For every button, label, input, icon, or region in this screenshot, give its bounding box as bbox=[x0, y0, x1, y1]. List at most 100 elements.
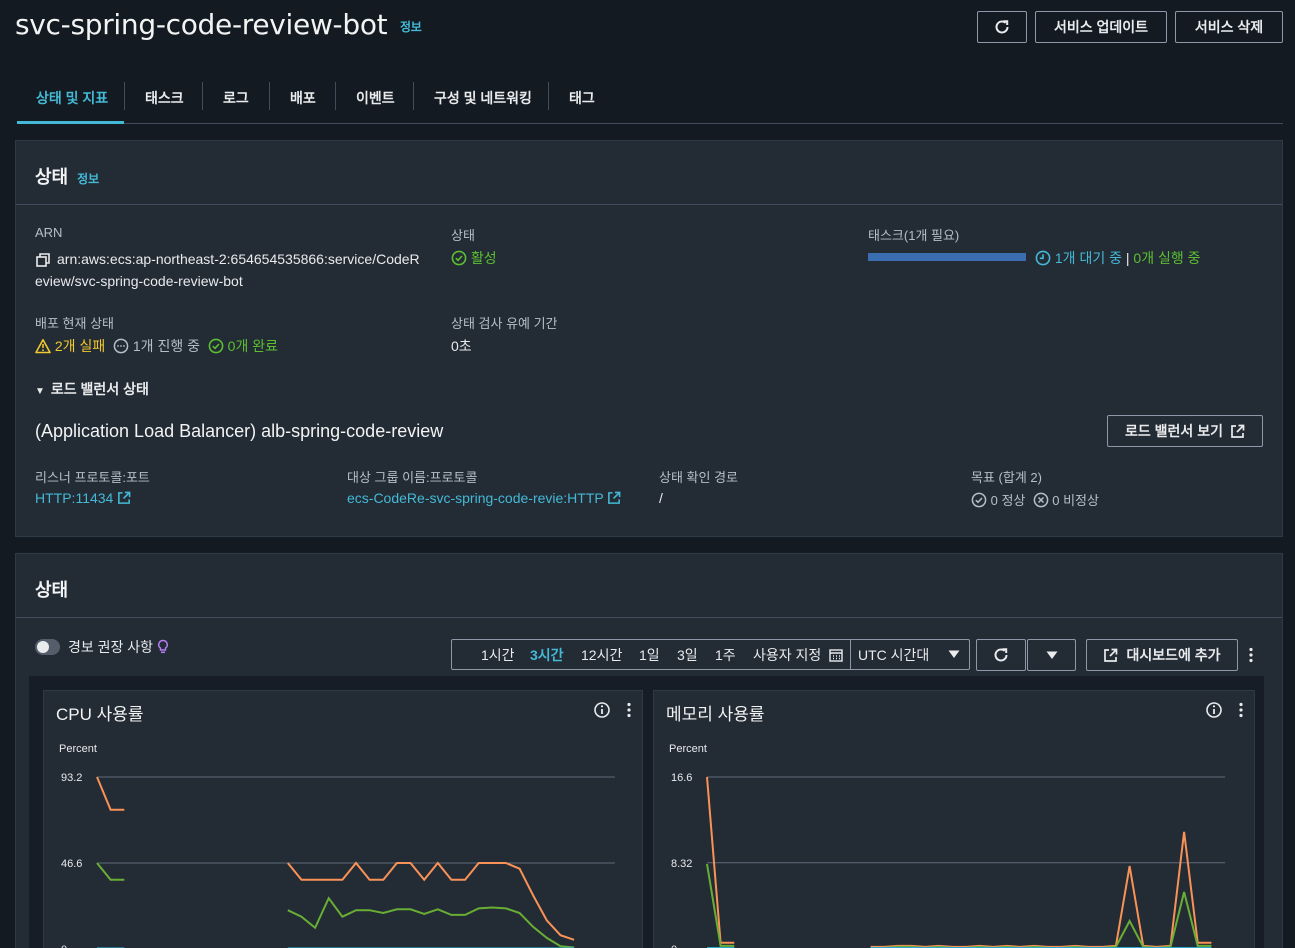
info-icon[interactable] bbox=[593, 701, 611, 719]
tab-tags[interactable]: 태그 bbox=[569, 74, 595, 122]
listener-label: 리스너 프로토콜:포트 bbox=[35, 470, 150, 485]
info-link[interactable]: 정보 bbox=[400, 20, 422, 34]
series-line-0 bbox=[706, 776, 1212, 948]
service-name: svc-spring-code-review-bot bbox=[15, 8, 388, 41]
y-tick-label: 0 bbox=[671, 944, 677, 948]
y-tick-label: 8.32 bbox=[671, 858, 692, 870]
caret-down-icon bbox=[1046, 651, 1057, 659]
external-link-icon bbox=[1231, 424, 1245, 438]
memory-chart-title: 메모리 사용률 bbox=[666, 705, 765, 724]
deploy-status: 2개 실패 1개 진행 중 0개 완료 bbox=[35, 336, 278, 356]
metrics-refresh-button[interactable] bbox=[976, 639, 1026, 671]
time-range-selector: 1시간 3시간 12시간 1일 3일 1주 사용자 지정 UTC 시간대 bbox=[451, 639, 970, 670]
tasks-summary: 1개 대기 중 | 0개 실행 중 bbox=[1035, 248, 1201, 268]
tab-logs[interactable]: 로그 bbox=[223, 74, 249, 122]
view-load-balancer-button[interactable]: 로드 밸런서 보기 bbox=[1107, 415, 1263, 447]
add-to-dashboard-button[interactable]: 대시보드에 추가 bbox=[1086, 639, 1238, 671]
tab-configuration-networking[interactable]: 구성 및 네트워킹 bbox=[434, 74, 532, 122]
clock-icon bbox=[1035, 250, 1051, 266]
state-label: 상태 bbox=[451, 228, 475, 243]
in-progress-icon bbox=[113, 338, 129, 354]
status-panel-header: 상태 정보 bbox=[16, 141, 1282, 205]
series-line-0 bbox=[96, 776, 575, 941]
check-circle-icon bbox=[208, 338, 224, 354]
warning-icon bbox=[35, 339, 51, 354]
range-1h[interactable]: 1시간 bbox=[481, 645, 515, 665]
health-check-path-label: 상태 확인 경로 bbox=[659, 470, 738, 485]
more-options-icon[interactable] bbox=[1244, 646, 1258, 664]
series-line-1 bbox=[96, 862, 575, 948]
caret-down-icon bbox=[948, 650, 960, 658]
arn-value: arn:aws:ecs:ap-northeast-2:654654535866:… bbox=[35, 251, 420, 289]
grace-period-value: 0초 bbox=[451, 338, 472, 354]
check-circle-icon bbox=[451, 250, 467, 266]
targets-status: 0 정상 0 비정상 bbox=[971, 490, 1099, 509]
tab-bar: 상태 및 지표 태스크 로그 배포 이벤트 구성 및 네트워킹 태그 bbox=[17, 74, 1283, 124]
alarm-toggle[interactable] bbox=[35, 639, 60, 655]
more-options-icon[interactable] bbox=[1236, 701, 1246, 719]
arn-label: ARN bbox=[35, 225, 63, 240]
info-icon[interactable] bbox=[1205, 701, 1223, 719]
deploy-inprogress[interactable]: 1개 진행 중 bbox=[133, 338, 200, 354]
range-12h[interactable]: 12시간 bbox=[581, 645, 622, 665]
copy-icon[interactable] bbox=[35, 252, 57, 268]
memory-chart-card: 메모리 사용률 Percent 16.6 8.32 0 bbox=[653, 690, 1255, 948]
tasks-progress-bar bbox=[868, 253, 1026, 261]
y-tick-label: 16.6 bbox=[671, 772, 692, 784]
range-custom[interactable]: 사용자 지정 bbox=[753, 645, 843, 665]
deploy-done[interactable]: 0개 완료 bbox=[228, 338, 278, 354]
caret-down-icon: ▼ bbox=[35, 386, 45, 397]
external-link-icon bbox=[1104, 648, 1118, 662]
refresh-icon bbox=[994, 648, 1008, 662]
calendar-icon bbox=[829, 648, 843, 662]
deploy-label: 배포 현재 상태 bbox=[35, 316, 114, 331]
range-3h[interactable]: 3시간 bbox=[530, 645, 564, 665]
cpu-chart: 93.2 46.6 0 bbox=[61, 772, 615, 948]
cpu-chart-card: CPU 사용률 Percent 93.2 46.6 0 bbox=[43, 690, 643, 948]
page-title: svc-spring-code-review-bot 정보 bbox=[15, 8, 422, 41]
range-1d[interactable]: 1일 bbox=[639, 645, 660, 665]
metrics-panel-header: 상태 bbox=[16, 554, 1282, 618]
update-service-button[interactable]: 서비스 업데이트 bbox=[1035, 11, 1167, 43]
y-tick-label: 0 bbox=[61, 944, 67, 948]
grace-period-label: 상태 검사 유예 기간 bbox=[451, 316, 558, 331]
listener-link[interactable]: HTTP:11434 bbox=[35, 490, 131, 506]
tab-events[interactable]: 이벤트 bbox=[356, 74, 395, 122]
alarm-recommendations: 경보 권장 사항 bbox=[35, 637, 169, 657]
range-1w[interactable]: 1주 bbox=[715, 645, 736, 665]
tasks-label: 태스크(1개 필요) bbox=[868, 228, 960, 243]
status-panel: 상태 정보 ARN arn:aws:ecs:ap-northeast-2:654… bbox=[15, 140, 1283, 537]
more-options-icon[interactable] bbox=[624, 701, 634, 719]
timezone-select[interactable]: UTC 시간대 bbox=[858, 645, 929, 665]
status-title: 상태 정보 bbox=[35, 167, 100, 187]
refresh-options-button[interactable] bbox=[1027, 639, 1076, 671]
refresh-button[interactable] bbox=[977, 11, 1027, 43]
external-link-icon bbox=[608, 491, 621, 504]
check-circle-icon bbox=[971, 492, 987, 508]
external-link-icon bbox=[118, 491, 131, 504]
y-tick-label: 93.2 bbox=[61, 772, 82, 784]
tasks-running[interactable]: 0개 실행 중 bbox=[1133, 250, 1200, 266]
status-info-link[interactable]: 정보 bbox=[77, 172, 99, 186]
lb-name: (Application Load Balancer) alb-spring-c… bbox=[35, 421, 444, 441]
tab-tasks[interactable]: 태스크 bbox=[145, 74, 184, 122]
health-check-path-value: / bbox=[659, 490, 663, 506]
deploy-failed[interactable]: 2개 실패 bbox=[55, 338, 105, 354]
state-value: 활성 bbox=[451, 248, 497, 268]
tasks-progress-fill bbox=[868, 253, 1026, 261]
targets-label: 목표 (합계 2) bbox=[971, 470, 1042, 485]
metrics-title: 상태 bbox=[35, 580, 69, 600]
range-3d[interactable]: 3일 bbox=[677, 645, 698, 665]
tab-deployments[interactable]: 배포 bbox=[290, 74, 316, 122]
refresh-icon bbox=[995, 20, 1009, 34]
lb-section-toggle[interactable]: ▼ 로드 밸런서 상태 bbox=[35, 379, 149, 399]
y-tick-label: 46.6 bbox=[61, 858, 82, 870]
tasks-pending[interactable]: 1개 대기 중 bbox=[1055, 250, 1122, 266]
delete-service-button[interactable]: 서비스 삭제 bbox=[1175, 11, 1283, 43]
tab-health-metrics[interactable]: 상태 및 지표 bbox=[17, 74, 124, 124]
cpu-chart-title: CPU 사용률 bbox=[56, 705, 144, 724]
cpu-y-axis-label: Percent bbox=[59, 743, 97, 755]
memory-y-axis-label: Percent bbox=[669, 743, 707, 755]
target-group-link[interactable]: ecs-CodeRe-svc-spring-code-revie:HTTP bbox=[347, 490, 621, 506]
x-circle-icon bbox=[1033, 492, 1048, 508]
